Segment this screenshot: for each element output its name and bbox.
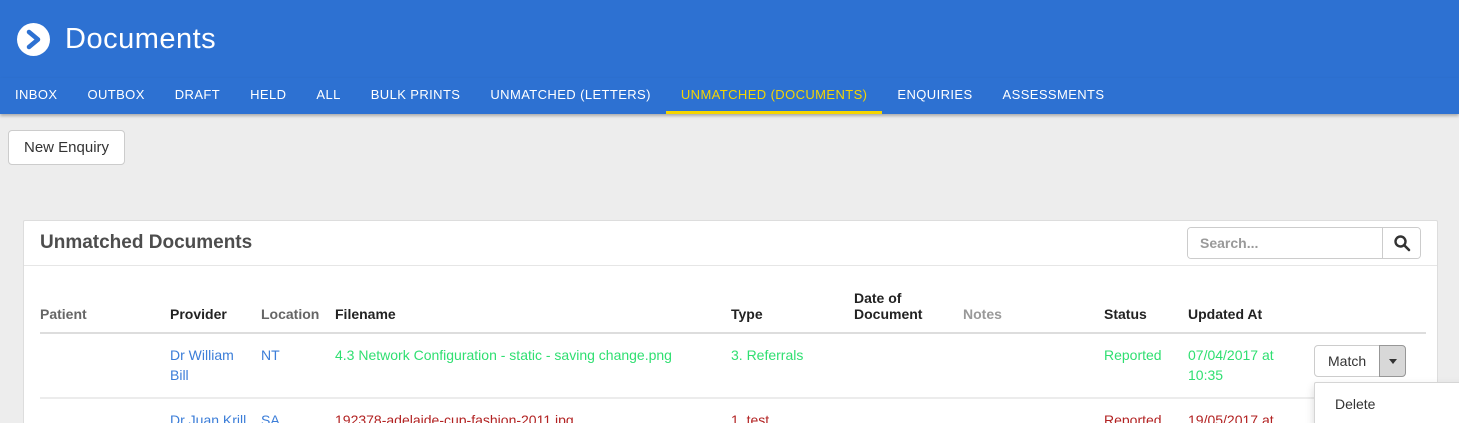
search-group [1187, 227, 1421, 259]
app-bar: Documents [0, 0, 1459, 78]
match-button[interactable]: Match [1314, 345, 1381, 377]
cell-date-of-document [854, 333, 963, 399]
table-wrap: Patient Provider Location Filename Type … [24, 266, 1459, 423]
table-row: Dr Juan Krill SA 192378-adelaide-cup-fas… [40, 397, 1426, 423]
cell-location-link[interactable]: SA [261, 397, 335, 423]
cell-patient [40, 333, 170, 399]
tab-enquiries[interactable]: ENQUIRIES [882, 78, 987, 114]
cell-notes [963, 397, 1104, 423]
cell-filename: 192378-adelaide-cup-fashion-2011.jpg [335, 397, 731, 423]
cell-type: 1. test [731, 397, 854, 423]
cell-type: 3. Referrals [731, 333, 854, 399]
cell-status: Reported [1104, 333, 1188, 399]
cell-patient [40, 397, 170, 423]
column-header-patient: Patient [40, 266, 170, 334]
cell-updated-at: 19/05/2017 at [1188, 397, 1314, 423]
column-header-actions [1314, 266, 1426, 334]
table-header-row: Patient Provider Location Filename Type … [40, 266, 1426, 334]
tab-all[interactable]: ALL [301, 78, 355, 114]
match-dropdown-menu: Delete [1314, 382, 1459, 423]
cell-filename: 4.3 Network Configuration - static - sav… [335, 333, 731, 399]
column-header-location: Location [261, 266, 335, 334]
cell-provider-link[interactable]: Dr William Bill [170, 333, 261, 399]
chevron-right-circle-icon[interactable] [17, 22, 50, 56]
tab-inbox[interactable]: INBOX [0, 78, 72, 114]
tab-unmatched-documents[interactable]: UNMATCHED (DOCUMENTS) [665, 78, 883, 114]
column-header-date-of-document: Date of Document [854, 266, 963, 334]
column-header-filename: Filename [335, 266, 731, 334]
panel-title: Unmatched Documents [40, 232, 253, 253]
cell-updated-at: 07/04/2017 at 10:35 [1188, 333, 1314, 399]
cell-provider-link[interactable]: Dr Juan Krill [170, 397, 261, 423]
column-header-status: Status [1104, 266, 1188, 334]
search-button[interactable] [1382, 228, 1420, 258]
chevron-down-icon [1388, 358, 1397, 364]
search-icon [1393, 234, 1411, 252]
column-header-notes: Notes [963, 266, 1104, 334]
panel-header: Unmatched Documents [24, 221, 1437, 266]
match-split-button: Match [1314, 345, 1407, 377]
cell-location-link[interactable]: NT [261, 333, 335, 399]
column-header-provider: Provider [170, 266, 261, 334]
column-header-updated-at: Updated At [1188, 266, 1314, 334]
tab-held[interactable]: HELD [235, 78, 301, 114]
page-title: Documents [65, 22, 217, 55]
tab-draft[interactable]: DRAFT [160, 78, 235, 114]
tab-assessments[interactable]: ASSESSMENTS [988, 78, 1120, 114]
cell-notes [963, 333, 1104, 399]
tab-bulk-prints[interactable]: BULK PRINTS [356, 78, 476, 114]
cell-date-of-document [854, 397, 963, 423]
unmatched-documents-panel: Unmatched Documents Search... Patient Pr… [23, 220, 1459, 423]
tab-unmatched-letters[interactable]: UNMATCHED (LETTERS) [475, 78, 665, 114]
cell-status: Reported [1104, 397, 1188, 423]
delete-menu-item[interactable]: Delete [1315, 388, 1459, 420]
column-header-type: Type [731, 266, 854, 334]
search-input[interactable] [1188, 228, 1382, 258]
cell-actions: Match Delete [1314, 333, 1459, 423]
tab-outbox[interactable]: OUTBOX [72, 78, 159, 114]
new-enquiry-button[interactable]: New Enquiry [8, 130, 126, 165]
table-row: Dr William Bill NT 4.3 Network Configura… [40, 333, 1459, 423]
tab-bar: INBOX OUTBOX DRAFT HELD ALL BULK PRINTS … [0, 78, 1459, 114]
match-dropdown-toggle[interactable] [1379, 345, 1407, 377]
unmatched-documents-table: Patient Provider Location Filename Type … [40, 266, 1459, 423]
